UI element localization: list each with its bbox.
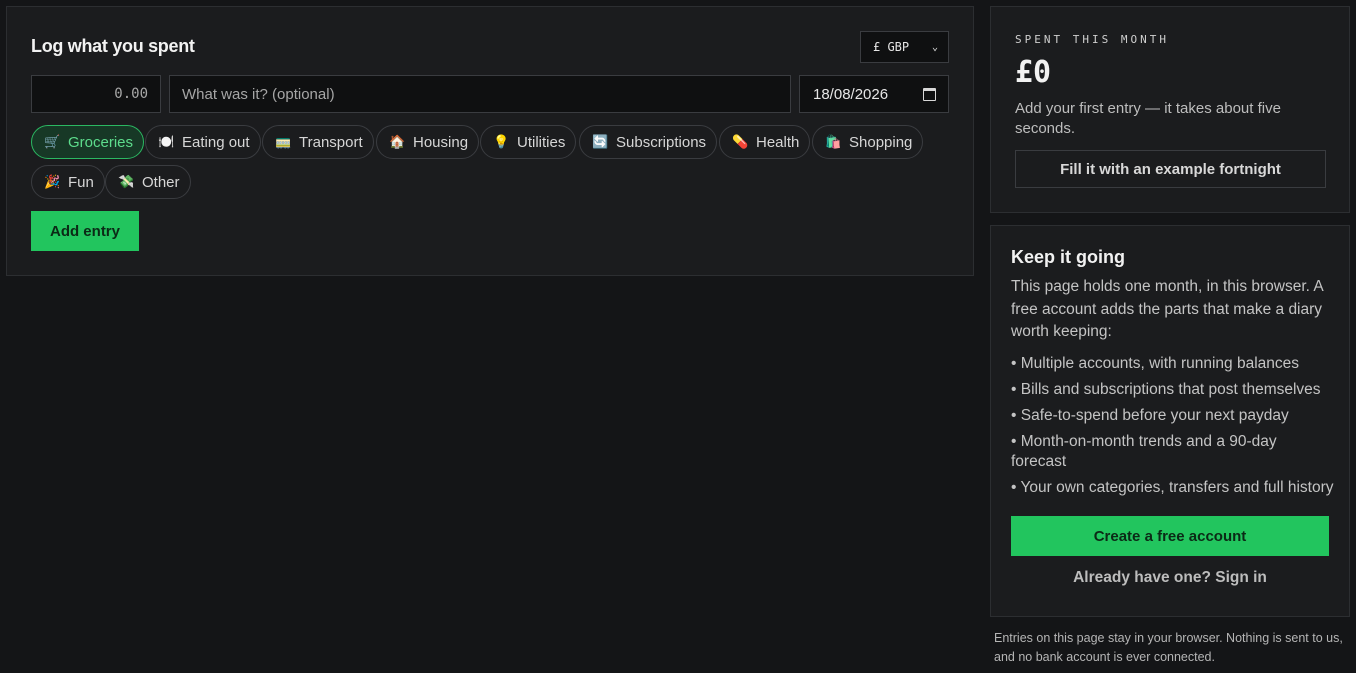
spent-value: £0 xyxy=(1015,55,1052,90)
summary-panel: SPENT THIS MONTH £0 Add your first entry… xyxy=(990,6,1350,213)
category-chip-health[interactable]: 💊 Health xyxy=(719,125,811,159)
house-icon: 🏠 xyxy=(389,134,406,149)
cart-icon: 🛒 xyxy=(44,134,61,149)
description-placeholder: What was it? (optional) xyxy=(182,85,335,103)
category-label: Eating out xyxy=(182,133,250,151)
keep-going-panel: Keep it going This page holds one month,… xyxy=(990,225,1350,617)
add-entry-button[interactable]: Add entry xyxy=(31,211,139,251)
list-item: • Your own categories, transfers and ful… xyxy=(1011,479,1334,496)
money-icon: 💸 xyxy=(118,174,135,189)
log-panel: Log what you spent £ GBP ⌄ 0.00 What was… xyxy=(6,6,974,276)
date-input[interactable]: 18/08/2026 xyxy=(799,75,949,113)
repeat-icon: 🔄 xyxy=(592,134,609,149)
list-item: • Multiple accounts, with running balanc… xyxy=(1011,355,1300,372)
currency-select[interactable]: £ GBP ⌄ xyxy=(860,31,949,63)
sign-in-link[interactable]: Already have one? Sign in xyxy=(1011,569,1329,587)
keep-intro: This page holds one month, in this brows… xyxy=(1011,278,1323,340)
category-chip-housing[interactable]: 🏠 Housing xyxy=(376,125,480,159)
list-item: • Month-on-month trends and a 90-day for… xyxy=(1011,433,1277,470)
log-title: Log what you spent xyxy=(31,36,195,56)
category-label: Health xyxy=(756,133,800,151)
calendar-icon[interactable] xyxy=(923,87,936,101)
chevron-down-icon: ⌄ xyxy=(931,41,938,53)
keep-title: Keep it going xyxy=(1011,247,1125,267)
category-chip-utilities[interactable]: 💡 Utilities xyxy=(480,125,577,159)
lightbulb-icon: 💡 xyxy=(493,134,510,149)
example-fortnight-button[interactable]: Fill it with an example fortnight xyxy=(1015,150,1326,188)
date-value: 18/08/2026 xyxy=(813,85,889,103)
privacy-note: Entries on this page stay in your browse… xyxy=(994,631,1343,664)
category-label: Subscriptions xyxy=(616,133,707,151)
feature-list: • Multiple accounts, with running balanc… xyxy=(1011,354,1335,504)
category-label: Fun xyxy=(68,173,94,191)
category-label: Other xyxy=(142,173,180,191)
create-account-button[interactable]: Create a free account xyxy=(1011,516,1329,556)
tram-icon: 🚃 xyxy=(275,134,292,149)
currency-value: £ GBP xyxy=(873,40,910,54)
list-item: • Safe-to-spend before your next payday xyxy=(1011,407,1289,424)
description-input[interactable]: What was it? (optional) xyxy=(169,75,791,113)
spent-label: SPENT THIS MONTH xyxy=(1015,33,1169,46)
category-label: Shopping xyxy=(849,133,913,151)
category-chip-eating-out[interactable]: 🍽️ Eating out xyxy=(145,125,261,159)
category-chip-fun[interactable]: 🎉 Fun xyxy=(31,165,105,199)
shopping-bag-icon: 🛍️ xyxy=(825,134,842,149)
pill-icon: 💊 xyxy=(732,134,749,149)
plate-icon: 🍽️ xyxy=(158,134,175,149)
category-chip-subscriptions[interactable]: 🔄 Subscriptions xyxy=(579,125,718,159)
amount-input[interactable]: 0.00 xyxy=(31,75,161,113)
category-chip-other[interactable]: 💸 Other xyxy=(105,165,191,199)
category-label: Transport xyxy=(299,133,363,151)
spent-hint: Add your first entry — it takes about fi… xyxy=(1015,100,1281,137)
category-label: Groceries xyxy=(68,133,134,151)
party-icon: 🎉 xyxy=(44,174,61,189)
amount-placeholder: 0.00 xyxy=(114,86,148,102)
category-label: Housing xyxy=(413,133,469,151)
category-chip-shopping[interactable]: 🛍️ Shopping xyxy=(812,125,924,159)
list-item: • Bills and subscriptions that post them… xyxy=(1011,381,1321,398)
category-label: Utilities xyxy=(517,133,566,151)
category-chip-groceries[interactable]: 🛒 Groceries xyxy=(31,125,145,159)
category-chip-transport[interactable]: 🚃 Transport xyxy=(262,125,374,159)
